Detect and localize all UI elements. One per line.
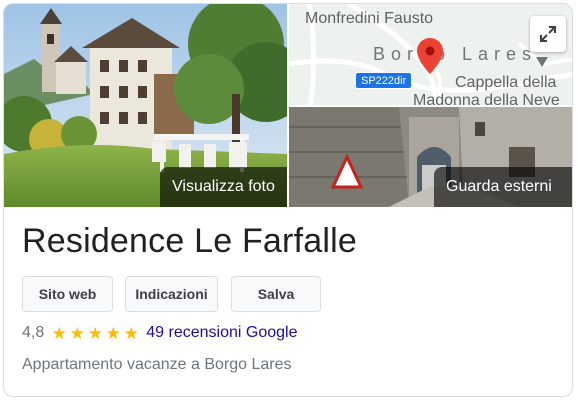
save-button[interactable]: Salva bbox=[231, 276, 321, 312]
poi-marker-icon bbox=[536, 57, 548, 67]
expand-icon bbox=[540, 26, 556, 42]
website-button[interactable]: Sito web bbox=[22, 276, 113, 312]
map-poi-label-line2: Madonna della Neve bbox=[413, 92, 560, 105]
expand-map-button[interactable] bbox=[530, 16, 566, 52]
rating-value: 4,8 bbox=[22, 324, 45, 341]
road-number-badge: SP222dir bbox=[355, 72, 413, 89]
star-icon: ★ bbox=[123, 323, 139, 343]
star-icon: ★ bbox=[105, 323, 121, 343]
street-view-caption: Guarda esterni bbox=[434, 167, 572, 207]
street-view-photo[interactable]: Guarda esterni bbox=[289, 107, 572, 207]
rating-row: 4,8 ★ ★ ★ ★ ★ 49 recensioni Google bbox=[22, 322, 297, 344]
business-name: Residence Le Farfalle bbox=[22, 222, 357, 260]
view-photos-caption: Visualizza foto bbox=[160, 167, 287, 207]
google-reviews-link[interactable]: 49 recensioni Google bbox=[146, 324, 297, 342]
star-icon: ★ bbox=[51, 323, 67, 343]
map-preview[interactable]: Monfredini Fausto Borgo Lares SP222dir C… bbox=[289, 4, 572, 105]
business-category: Appartamento vacanze a Borgo Lares bbox=[22, 356, 292, 373]
map-place-label: Monfredini Fausto bbox=[305, 10, 434, 27]
main-photo[interactable]: Visualizza foto bbox=[4, 4, 287, 207]
media-gallery: Visualizza foto Monfredini Fausto Borgo … bbox=[4, 4, 572, 209]
map-poi-label-line1: Cappella della bbox=[455, 74, 557, 91]
map-pin-icon bbox=[417, 38, 443, 74]
star-icon: ★ bbox=[69, 323, 85, 343]
star-icon: ★ bbox=[87, 323, 103, 343]
directions-button[interactable]: Indicazioni bbox=[125, 276, 218, 312]
knowledge-panel-card: Visualizza foto Monfredini Fausto Borgo … bbox=[3, 3, 573, 397]
rating-stars: ★ ★ ★ ★ ★ bbox=[50, 325, 140, 342]
map-town-label: Borgo Lares bbox=[373, 44, 538, 64]
